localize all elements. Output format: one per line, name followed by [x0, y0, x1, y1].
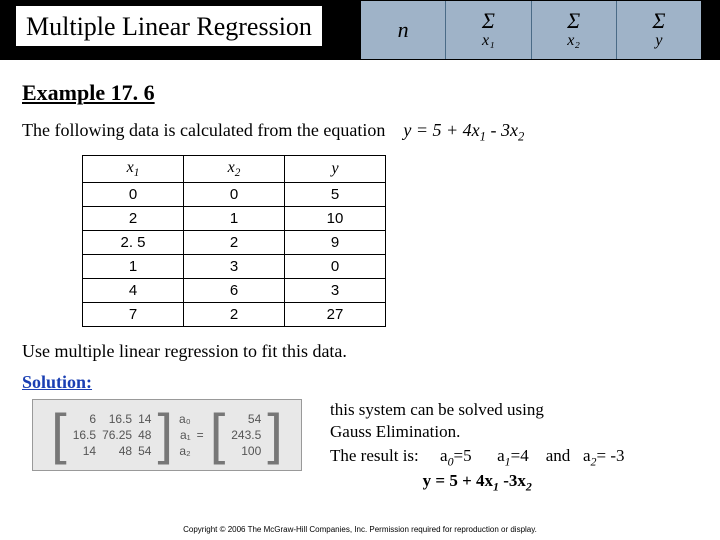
instruction-text: Use multiple linear regression to fit th… — [22, 341, 698, 362]
result-text: this system can be solved using Gauss El… — [330, 399, 625, 495]
solution-label: Solution: — [22, 372, 92, 393]
title-bar: Multiple Linear Regression n Σx₁ Σx₂ Σy — [0, 0, 720, 60]
sum-cell-x1: Σx₁ — [446, 1, 531, 59]
table-cell: 2 — [184, 230, 285, 254]
table-header: x1 — [83, 155, 184, 182]
table-cell: 2 — [184, 302, 285, 326]
result-and: and — [546, 446, 571, 465]
table-row: 2. 529 — [83, 230, 386, 254]
result-prefix: The result is: — [330, 446, 419, 465]
table-row: 463 — [83, 278, 386, 302]
result-line3: The result is: a0=5 a1=4 and a2= -3 — [330, 445, 625, 470]
table-cell: 27 — [285, 302, 386, 326]
copyright-text: Copyright © 2006 The McGraw-Hill Compani… — [0, 525, 720, 534]
lead-text: The following data is calculated from th… — [22, 120, 385, 140]
equation: y = 5 + 4x1 - 3x2 — [403, 120, 524, 140]
result-a0: a0=5 — [440, 446, 472, 465]
sum-cell-n: n — [361, 1, 446, 59]
slide-title: Multiple Linear Regression — [16, 6, 322, 46]
table-cell: 1 — [184, 206, 285, 230]
table-cell: 10 — [285, 206, 386, 230]
table-row: 005 — [83, 182, 386, 206]
table-cell: 2. 5 — [83, 230, 184, 254]
matrix-thumbnail: [ 616.514 16.576.2548 144854 ] a₀a₁a₂ = … — [32, 399, 302, 471]
table-cell: 1 — [83, 254, 184, 278]
table-cell: 0 — [184, 182, 285, 206]
table-cell: 0 — [83, 182, 184, 206]
result-a2: a2= -3 — [583, 446, 625, 465]
table-cell: 4 — [83, 278, 184, 302]
result-line1: this system can be solved using — [330, 399, 625, 421]
data-table: x1x2y 00521102. 5291304637227 — [82, 155, 386, 327]
table-cell: 3 — [285, 278, 386, 302]
table-row: 2110 — [83, 206, 386, 230]
content-area: Example 17. 6 The following data is calc… — [0, 60, 720, 495]
table-cell: 0 — [285, 254, 386, 278]
sum-cell-y: Σy — [617, 1, 701, 59]
example-heading: Example 17. 6 — [22, 80, 698, 106]
table-cell: 9 — [285, 230, 386, 254]
sum-cell-x2: Σx₂ — [532, 1, 617, 59]
table-cell: 3 — [184, 254, 285, 278]
table-cell: 2 — [83, 206, 184, 230]
table-row: 130 — [83, 254, 386, 278]
table-cell: 6 — [184, 278, 285, 302]
result-final-equation: y = 5 + 4x1 -3x2 — [330, 470, 625, 495]
result-a1: a1=4 — [497, 446, 529, 465]
table-cell: 5 — [285, 182, 386, 206]
table-header: x2 — [184, 155, 285, 182]
table-cell: 7 — [83, 302, 184, 326]
summation-panel: n Σx₁ Σx₂ Σy — [360, 0, 702, 60]
lead-paragraph: The following data is calculated from th… — [22, 120, 698, 145]
table-row: 7227 — [83, 302, 386, 326]
table-header: y — [285, 155, 386, 182]
solution-row: [ 616.514 16.576.2548 144854 ] a₀a₁a₂ = … — [22, 399, 698, 495]
result-line2: Gauss Elimination. — [330, 421, 625, 443]
